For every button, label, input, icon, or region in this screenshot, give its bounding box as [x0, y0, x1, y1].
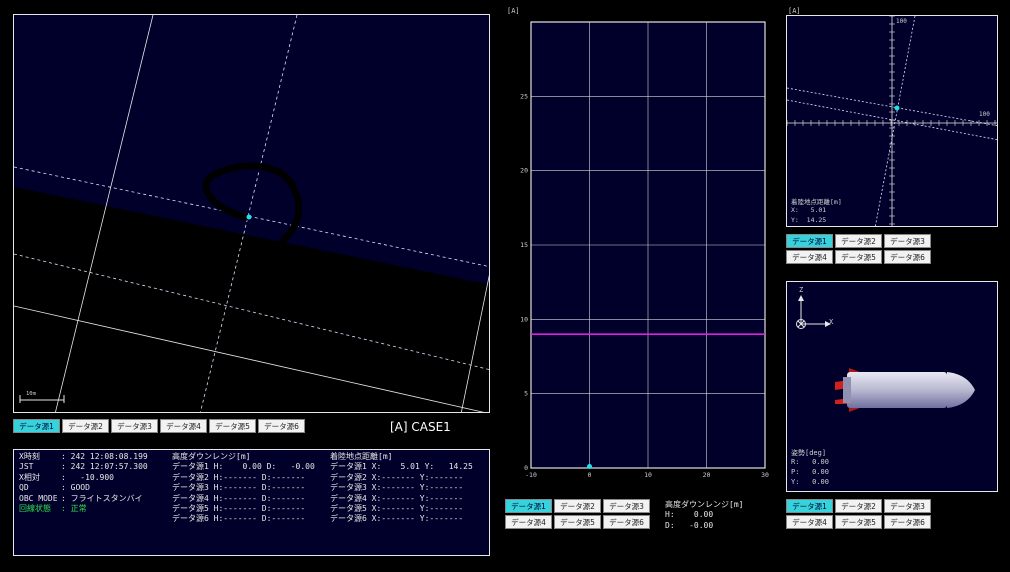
landing-tab-source3[interactable]: データ源3: [884, 234, 931, 248]
info-panel: X時刻: 242 12:08:08.199 JST: 242 12:07:57.…: [13, 449, 490, 556]
altitude-tab-source4[interactable]: データ源4: [505, 515, 552, 529]
status-row: X相対: -10.900: [19, 472, 114, 482]
attitude-tab-source3[interactable]: データ源3: [884, 499, 931, 513]
altitude-readout-title: 高度ダウンレンジ[m]: [665, 500, 744, 509]
landing-row: データ源4 X:------- Y:-------: [330, 493, 464, 503]
attitude-tab-source1[interactable]: データ源1: [786, 499, 833, 513]
landing-tab-source4[interactable]: データ源4: [786, 250, 833, 264]
landing-block: 着陸地点距離[m] データ源1 X: 5.01 Y: 14.25 データ源2 X…: [330, 452, 473, 525]
status-row: QD: GOOD: [19, 483, 90, 493]
landing-panel[interactable]: 100 100 着陸地点距離[m] X: 5.01 Y: 14.25: [786, 15, 998, 227]
altitude-x-tick-label: -10: [525, 471, 537, 479]
map-tab-source6[interactable]: データ源6: [258, 419, 305, 433]
landing-tab-source6[interactable]: データ源6: [884, 250, 931, 264]
altitude-tab-source6[interactable]: データ源6: [603, 515, 650, 529]
landing-row: データ源2 X:------- Y:-------: [330, 472, 464, 482]
status-block: X時刻: 242 12:08:08.199 JST: 242 12:07:57.…: [19, 452, 148, 514]
altitude-readout-h: H: 0.00: [665, 510, 714, 520]
map-canvas: [14, 15, 489, 412]
landing-x-readout: X: 5.01: [791, 206, 827, 214]
scale-label: 10m: [26, 391, 36, 397]
altitude-title: 高度ダウンレンジ[m]: [172, 452, 251, 461]
map-tab-source1[interactable]: データ源1: [13, 419, 60, 433]
attitude-tab-source5[interactable]: データ源5: [835, 515, 882, 529]
landing-row: データ源1 X: 5.01 Y: 14.25: [330, 462, 473, 472]
attitude-tab-source6[interactable]: データ源6: [884, 515, 931, 529]
status-row: JST: 242 12:07:57.300: [19, 462, 148, 472]
landing-tab-source1[interactable]: データ源1: [786, 234, 833, 248]
altitude-chart[interactable]: -10 0 10 20 300510152025: [505, 0, 780, 485]
landing-axis-label-right: 100: [979, 111, 990, 118]
map-tab-source5[interactable]: データ源5: [209, 419, 256, 433]
case-label: [A] CASE1: [390, 420, 451, 434]
altitude-y-tick-label: 0: [524, 464, 528, 472]
altitude-readout-d: D: -0.00: [665, 520, 714, 530]
attitude-tab-source2[interactable]: データ源2: [835, 499, 882, 513]
altitude-x-tick-label: 30: [761, 471, 769, 479]
landing-tab-source2[interactable]: データ源2: [835, 234, 882, 248]
landing-axis-label-top: 100: [896, 18, 907, 25]
landing-y-readout: Y: 14.25: [791, 216, 827, 224]
map-panel[interactable]: 10m: [13, 14, 490, 413]
altitude-y-tick-label: 15: [520, 241, 528, 249]
altitude-tab-source3[interactable]: データ源3: [603, 499, 650, 513]
altitude-data-point: [587, 464, 592, 469]
landing-title: 着陸地点距離[m]: [330, 452, 393, 461]
map-tab-source2[interactable]: データ源2: [62, 419, 109, 433]
vehicle-marker: [246, 214, 252, 220]
altitude-row: データ源2 H:------- D:-------: [172, 472, 306, 482]
attitude-axis-z: Z: [799, 286, 804, 294]
altitude-tab-source2[interactable]: データ源2: [554, 499, 601, 513]
landing-title: 着陸地点距離[m]: [791, 198, 842, 206]
altitude-y-tick-label: 25: [520, 92, 528, 100]
altitude-x-tick-label: 0: [588, 471, 592, 479]
landing-source-tabs: データ源1 データ源2 データ源3 データ源4 データ源5 データ源6: [786, 234, 936, 264]
altitude-source-tabs: データ源1 データ源2 データ源3 データ源4 データ源5 データ源6: [505, 499, 655, 529]
altitude-y-tick-label: 5: [524, 390, 528, 398]
landing-point-marker: [894, 105, 900, 111]
terrain-area: [14, 187, 489, 412]
landing-row: データ源6 X:------- Y:-------: [330, 514, 464, 524]
landing-row: データ源5 X:------- Y:-------: [330, 504, 464, 514]
rocket-icon: [835, 368, 975, 412]
altitude-row: データ源5 H:------- D:-------: [172, 504, 306, 514]
map-source-tabs: データ源1 データ源2 データ源3 データ源4 データ源5 データ源6: [13, 419, 313, 433]
status-row: X時刻: 242 12:08:08.199: [19, 452, 148, 461]
altitude-readout: 高度ダウンレンジ[m] H: 0.00 D: -0.00: [665, 500, 743, 531]
landing-panel-header: [A]: [788, 7, 801, 15]
attitude-source-tabs: データ源1 データ源2 データ源3 データ源4 データ源5 データ源6: [786, 499, 936, 529]
altitude-row: データ源1 H: 0.00 D: -0.00: [172, 462, 315, 472]
altitude-x-tick-label: 20: [703, 471, 711, 479]
altitude-x-tick-label: 10: [644, 471, 652, 479]
altitude-y-tick-label: 20: [520, 167, 528, 175]
link-status-row: 回線状態: 正常: [19, 504, 87, 514]
altitude-row: データ源4 H:------- D:-------: [172, 493, 306, 503]
altitude-block: 高度ダウンレンジ[m] データ源1 H: 0.00 D: -0.00 データ源2…: [172, 452, 315, 525]
status-row: OBC MODE: フライトスタンバイ: [19, 493, 143, 503]
landing-row: データ源3 X:------- Y:-------: [330, 483, 464, 493]
map-tab-source3[interactable]: データ源3: [111, 419, 158, 433]
attitude-p-readout: P: 0.00: [791, 468, 829, 476]
map-tab-source4[interactable]: データ源4: [160, 419, 207, 433]
attitude-axis-x: X: [829, 318, 834, 326]
altitude-row: データ源6 H:------- D:-------: [172, 514, 306, 524]
attitude-tab-source4[interactable]: データ源4: [786, 515, 833, 529]
attitude-y-readout: Y: 0.00: [791, 478, 829, 486]
attitude-panel[interactable]: Z X 姿勢[deg] R: 0.00 P: 0.00 Y: 0.00: [786, 281, 998, 492]
altitude-tab-source1[interactable]: データ源1: [505, 499, 552, 513]
attitude-r-readout: R: 0.00: [791, 458, 829, 466]
attitude-title: 姿勢[deg]: [791, 449, 827, 457]
altitude-y-tick-label: 10: [520, 315, 528, 323]
altitude-row: データ源3 H:------- D:-------: [172, 483, 306, 493]
altitude-tab-source5[interactable]: データ源5: [554, 515, 601, 529]
landing-tab-source5[interactable]: データ源5: [835, 250, 882, 264]
